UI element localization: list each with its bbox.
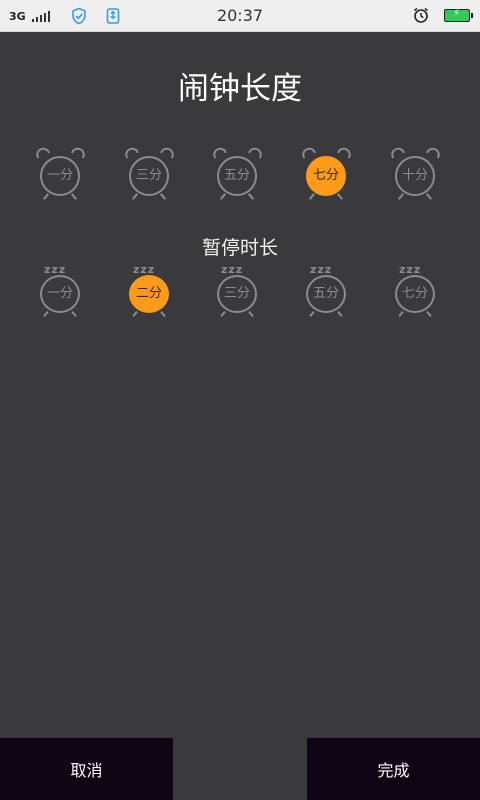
status-bar: 3G 20:37 ⚡ (0, 0, 480, 32)
option-label: 二分 (135, 286, 162, 301)
snooze-option[interactable]: zzz 五分 (300, 263, 356, 319)
option-label: 五分 (223, 168, 250, 183)
cancel-button[interactable]: 取消 (0, 738, 173, 800)
status-right: ⚡ (412, 6, 473, 24)
option-label: 七分 (401, 286, 428, 301)
page-title: 闹钟长度 (178, 71, 302, 107)
option-label: 三分 (223, 286, 250, 301)
option-label: 十分 (401, 168, 428, 183)
option-label: 五分 (312, 286, 339, 301)
alarm-length-option[interactable]: 十分 (388, 145, 445, 204)
snooze-option[interactable]: zzz 七分 (389, 263, 445, 319)
done-button[interactable]: 完成 (307, 738, 480, 800)
bolt-icon: ⚡ (453, 7, 461, 19)
snooze-option-selected[interactable]: zzz 二分 (123, 263, 179, 319)
alarm-length-option[interactable]: 五分 (210, 145, 267, 204)
option-label: 三分 (135, 168, 162, 183)
snooze-option[interactable]: zzz 三分 (211, 263, 267, 319)
status-time: 20:37 (216, 6, 264, 25)
snooze-option[interactable]: zzz 一分 (34, 263, 90, 319)
alarm-length-option[interactable]: 一分 (33, 145, 90, 204)
option-label: 一分 (46, 168, 73, 183)
alarm-length-option-selected[interactable]: 七分 (299, 145, 356, 204)
alarm-length-option[interactable]: 三分 (122, 145, 179, 204)
battery-charging-icon: ⚡ (444, 7, 473, 22)
option-label: 七分 (312, 168, 339, 183)
snooze-title: 暂停时长 (201, 237, 278, 259)
option-label: 一分 (46, 286, 73, 301)
alarm-icon (414, 7, 428, 23)
